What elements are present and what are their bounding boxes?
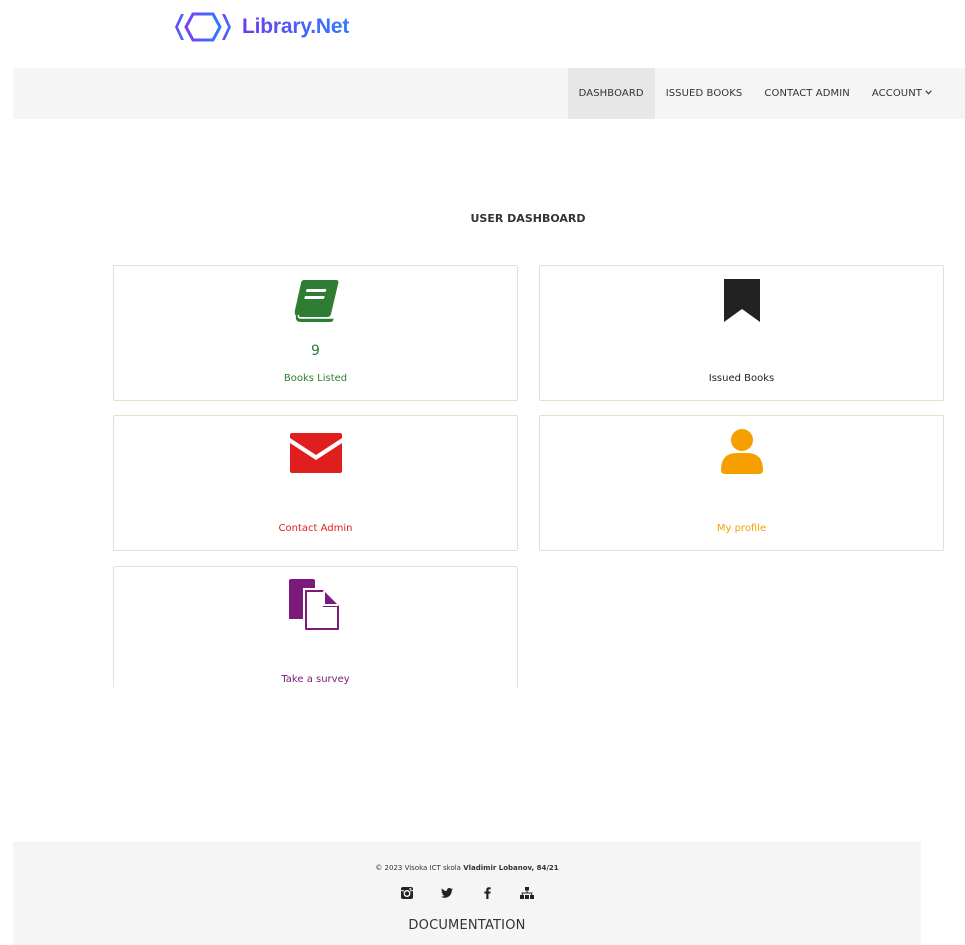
nav-account-dropdown[interactable]: ACCOUNT bbox=[861, 68, 943, 119]
card-label-take-a-survey: Take a survey bbox=[281, 674, 350, 685]
card-label-issued-books: Issued Books bbox=[708, 373, 775, 384]
nav-dashboard-label: DASHBOARD bbox=[578, 88, 644, 99]
nav-contact-admin-label: CONTACT ADMIN bbox=[764, 88, 850, 99]
card-books-listed[interactable]: 9 Books Listed bbox=[113, 265, 518, 401]
documentation-link[interactable]: DOCUMENTATION bbox=[13, 918, 921, 933]
nav-account-label: ACCOUNT bbox=[871, 88, 922, 99]
envelope-icon bbox=[289, 433, 342, 477]
brand-logo-icon bbox=[175, 12, 231, 42]
footer: © 2023 Visoka ICT skola Vladimir Lobanov… bbox=[13, 842, 921, 945]
twitter-icon[interactable] bbox=[427, 886, 467, 900]
card-take-a-survey[interactable]: Take a survey bbox=[113, 566, 518, 688]
nav-menu: DASHBOARD ISSUED BOOKS CONTACT ADMIN ACC… bbox=[567, 68, 943, 119]
nav-issued-books[interactable]: ISSUED BOOKS bbox=[655, 68, 754, 119]
nav-issued-books-label: ISSUED BOOKS bbox=[665, 88, 743, 99]
copyright-author: Vladimir Lobanov, 84/21 bbox=[463, 864, 559, 872]
copy-icon bbox=[289, 579, 341, 635]
card-contact-admin[interactable]: Contact Admin bbox=[113, 415, 518, 551]
copyright-prefix: © 2023 Visoka ICT skola bbox=[375, 864, 461, 872]
sitemap-icon[interactable] bbox=[507, 886, 547, 900]
social-links bbox=[13, 886, 921, 900]
nav-contact-admin[interactable]: CONTACT ADMIN bbox=[753, 68, 861, 119]
books-count: 9 bbox=[311, 343, 320, 359]
copyright-text: © 2023 Visoka ICT skola Vladimir Lobanov… bbox=[13, 864, 921, 872]
card-label-my-profile: My profile bbox=[716, 523, 767, 534]
bookmark-icon bbox=[723, 278, 761, 328]
user-icon bbox=[720, 428, 763, 478]
brand-logo[interactable]: Library.Net bbox=[173, 8, 349, 46]
facebook-icon[interactable] bbox=[467, 886, 507, 900]
book-icon bbox=[292, 278, 340, 328]
card-label-books-listed: Books Listed bbox=[283, 373, 348, 384]
instagram-icon[interactable] bbox=[387, 886, 427, 900]
card-issued-books[interactable]: Issued Books bbox=[539, 265, 944, 401]
page-title: USER DASHBOARD bbox=[470, 212, 586, 225]
chevron-down-icon bbox=[925, 88, 932, 97]
card-label-contact-admin: Contact Admin bbox=[278, 523, 353, 534]
nav-dashboard[interactable]: DASHBOARD bbox=[567, 68, 655, 119]
card-my-profile[interactable]: My profile bbox=[539, 415, 944, 551]
brand-name: Library.Net bbox=[242, 15, 350, 38]
navbar: DASHBOARD ISSUED BOOKS CONTACT ADMIN ACC… bbox=[13, 68, 965, 119]
